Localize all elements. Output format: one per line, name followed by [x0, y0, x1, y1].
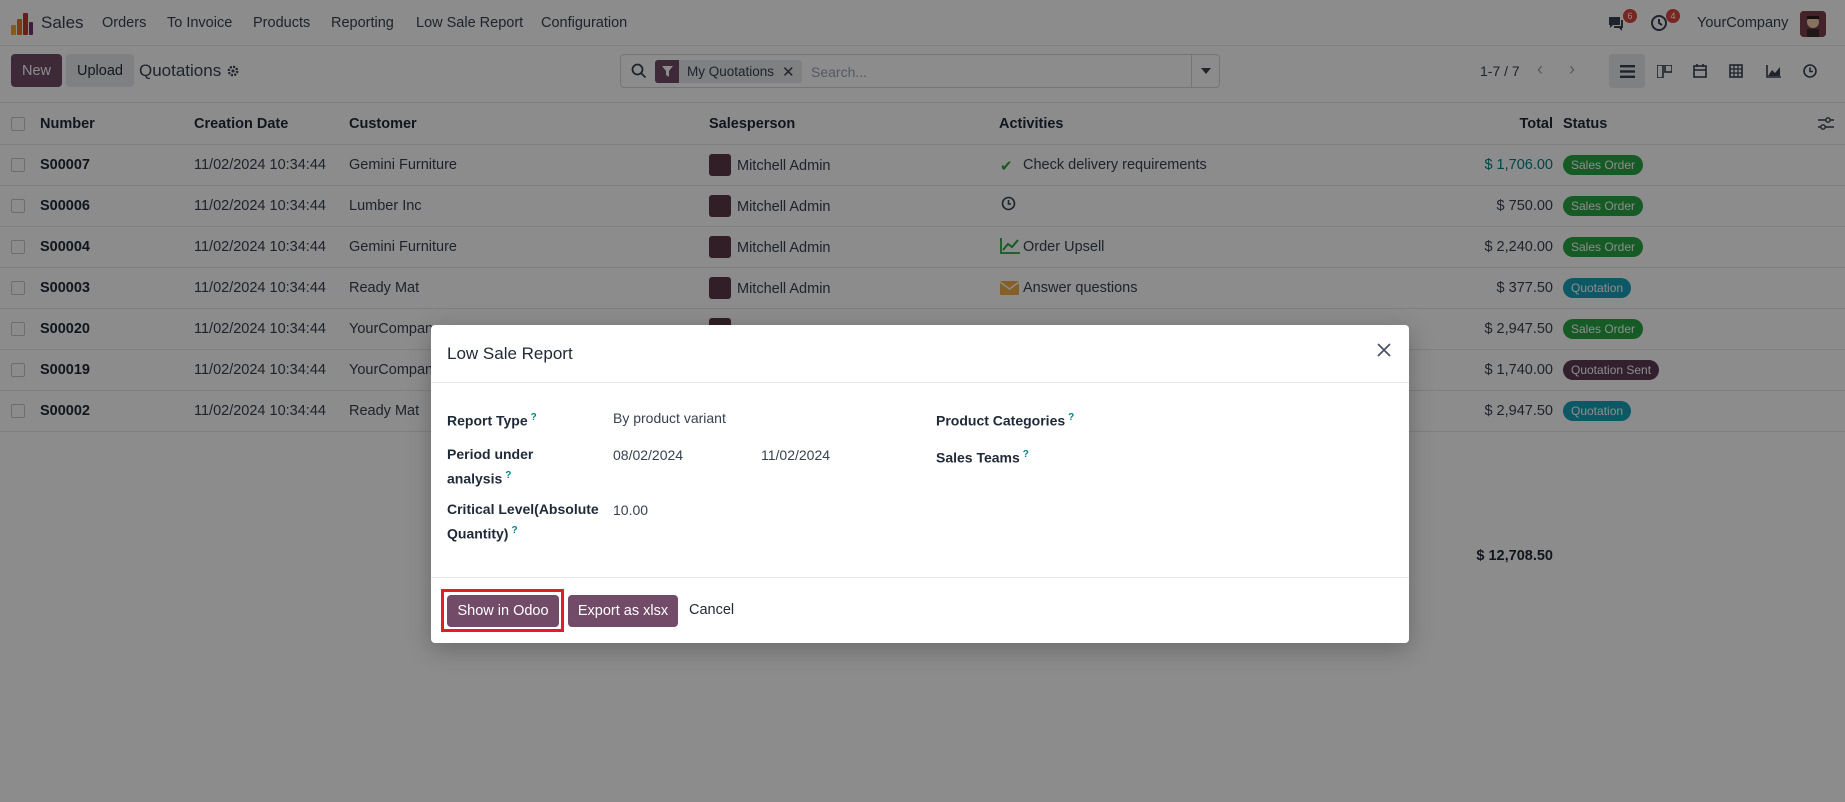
critical-label-line2: Quantity) — [447, 525, 509, 542]
close-icon[interactable] — [1373, 339, 1395, 361]
critical-label-line1: Critical Level(Absolute — [447, 501, 599, 517]
help-icon[interactable]: ? — [505, 470, 511, 481]
sales-teams-label: Sales Teams? — [936, 444, 1029, 469]
cancel-button[interactable]: Cancel — [689, 602, 734, 618]
dialog-title: Low Sale Report — [447, 344, 573, 363]
period-label: Period under analysis? — [447, 444, 533, 490]
critical-level-field[interactable]: 10.00 — [613, 502, 648, 518]
report-type-label-text: Report Type — [447, 412, 528, 429]
help-icon[interactable]: ? — [1023, 449, 1029, 460]
dialog-footer: Show in Odoo Export as xlsx Cancel — [431, 577, 1409, 643]
period-to-field[interactable]: 11/02/2024 — [761, 447, 830, 463]
period-from-field[interactable]: 08/02/2024 — [613, 447, 683, 463]
period-label-line2: analysis — [447, 470, 503, 487]
help-icon[interactable]: ? — [1068, 412, 1074, 423]
report-type-field[interactable]: By product variant — [613, 410, 726, 426]
help-icon[interactable]: ? — [511, 525, 517, 536]
export-xlsx-button[interactable]: Export as xlsx — [568, 595, 678, 627]
period-label-line1: Period under — [447, 446, 534, 462]
product-categories-label-text: Product Categories — [936, 412, 1066, 429]
report-type-label: Report Type? — [447, 407, 537, 432]
critical-level-label: Critical Level(Absolute Quantity)? — [447, 499, 599, 545]
product-categories-label: Product Categories? — [936, 407, 1074, 432]
show-in-odoo-button[interactable]: Show in Odoo — [447, 595, 559, 627]
dialog-header: Low Sale Report — [431, 325, 1409, 383]
sales-teams-label-text: Sales Teams — [936, 449, 1020, 466]
help-icon[interactable]: ? — [531, 412, 537, 423]
low-sale-report-dialog: Low Sale Report Report Type? By product … — [431, 325, 1409, 643]
